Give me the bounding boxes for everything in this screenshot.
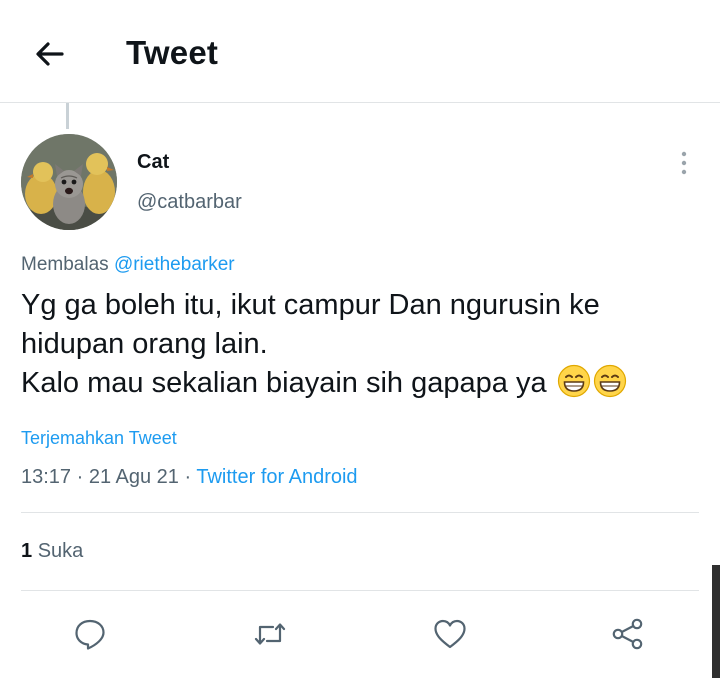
tweet-text: Yg ga boleh itu, ikut campur Dan ngurusi… xyxy=(21,286,701,403)
tweet-text-line: hidupan orang lain. xyxy=(21,328,268,360)
reply-icon xyxy=(75,619,105,650)
reply-context: Membalas @riethebarker xyxy=(21,254,235,276)
cat-avatar-image xyxy=(21,134,117,230)
tweet-text-line-content: Kalo mau sekalian biayain sih gapapa ya xyxy=(21,367,547,399)
scrollbar[interactable] xyxy=(712,565,720,678)
arrow-left-icon xyxy=(36,42,64,66)
tweet-source-link[interactable]: Twitter for Android xyxy=(196,466,357,488)
separator-dot: · xyxy=(184,466,197,488)
retweet-button[interactable] xyxy=(250,614,290,654)
share-button[interactable] xyxy=(608,614,648,654)
reply-button[interactable] xyxy=(70,614,110,654)
page-title: Tweet xyxy=(126,34,219,71)
author-name[interactable]: Cat xyxy=(137,151,169,174)
divider xyxy=(21,512,699,513)
grinning-face-emoji-icon xyxy=(557,364,591,398)
reply-prefix: Membalas xyxy=(21,254,109,275)
tweet-date: 21 Agu 21 xyxy=(88,466,179,488)
share-icon xyxy=(612,618,643,650)
top-bar: Tweet xyxy=(0,0,720,103)
thread-connector-line xyxy=(66,103,69,129)
grinning-face-emoji-icon xyxy=(593,364,627,398)
tweet-time: 13:17 xyxy=(21,466,72,488)
like-icon xyxy=(434,619,466,649)
translate-tweet-link[interactable]: Terjemahkan Tweet xyxy=(21,428,177,449)
author-handle[interactable]: @catbarbar xyxy=(137,191,242,214)
likes-count[interactable]: 1 Suka xyxy=(21,540,83,563)
more-options-button[interactable] xyxy=(676,150,692,176)
divider xyxy=(21,590,699,591)
likes-label: Suka xyxy=(37,540,84,562)
like-button[interactable] xyxy=(430,614,470,654)
separator-dot: · xyxy=(76,466,89,488)
reply-mention-link[interactable]: @riethebarker xyxy=(114,254,235,275)
likes-number: 1 xyxy=(21,540,33,562)
avatar[interactable] xyxy=(21,134,117,230)
tweet-text-line: Kalo mau sekalian biayain sih gapapa ya xyxy=(21,364,701,403)
tweet-metadata: 13:17 · 21 Agu 21 · Twitter for Android xyxy=(21,466,358,489)
tweet-text-line: Yg ga boleh itu, ikut campur Dan ngurusi… xyxy=(21,289,600,321)
retweet-icon xyxy=(254,623,286,645)
back-button[interactable] xyxy=(32,36,68,72)
more-vertical-icon xyxy=(681,151,687,175)
